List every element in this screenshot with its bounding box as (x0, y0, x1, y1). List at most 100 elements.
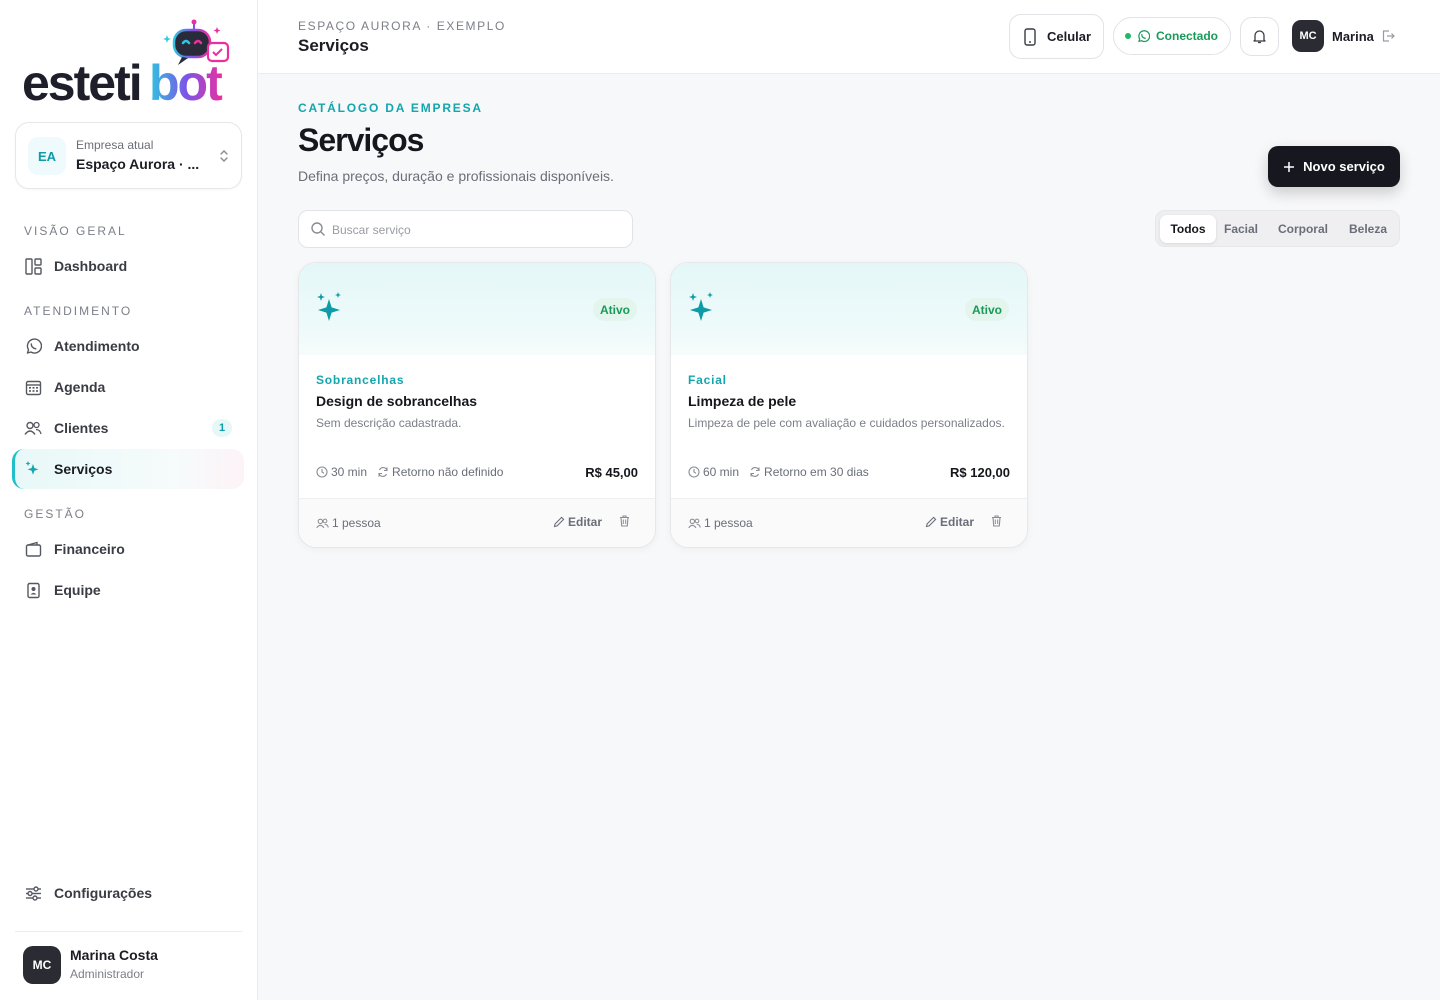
service-price: R$ 45,00 (585, 465, 638, 480)
service-category: Sobrancelhas (316, 373, 405, 387)
company-name: Espaço Aurora · ... (76, 156, 200, 172)
users-icon (316, 518, 332, 529)
section-label-service: ATENDIMENTO (24, 304, 133, 318)
edit-label: Editar (567, 515, 602, 529)
sidebar-item-label: Equipe (54, 582, 101, 598)
user-role: Administrador (70, 967, 145, 981)
phone-button[interactable]: Celular (1009, 14, 1104, 59)
sidebar: esteti bot EA Empresa atual Espaço Auror… (0, 0, 258, 1000)
trash-icon[interactable] (619, 515, 630, 527)
wallet-icon (24, 540, 42, 558)
topbar-title: Serviços (298, 36, 369, 55)
service-return: Retorno não definido (392, 465, 504, 479)
category-filter-tabs: Todos Facial Corporal Beleza (1155, 210, 1400, 247)
sparkles-icon (316, 291, 344, 325)
refresh-icon (749, 466, 764, 478)
company-switcher-label: Empresa atual (76, 138, 154, 152)
phone-button-label: Celular (1047, 29, 1092, 44)
service-card[interactable]: Ativo Sobrancelhas Design de sobrancelha… (298, 262, 656, 548)
notifications-button[interactable] (1240, 17, 1279, 56)
topbar-user-menu[interactable]: MC Marina (1292, 20, 1395, 52)
topbar-user-name: Marina (1332, 28, 1374, 44)
users-icon (24, 419, 42, 437)
card-footer: 1 pessoa Editar (299, 498, 655, 547)
edit-label: Editar (939, 515, 974, 529)
sidebar-item-label: Financeiro (54, 541, 125, 557)
svg-text:esteti: esteti (22, 55, 141, 104)
sidebar-user[interactable]: MC Marina Costa Administrador (23, 946, 158, 984)
sidebar-item-equipe[interactable]: Equipe (12, 570, 244, 610)
breadcrumb: ESPAÇO AURORA · EXEMPLO (298, 19, 506, 33)
service-meta: 60 min Retorno em 30 dias (688, 465, 879, 479)
sidebar-item-label: Atendimento (54, 338, 140, 354)
sidebar-item-label: Agenda (54, 379, 106, 395)
service-card[interactable]: Ativo Facial Limpeza de pele Limpeza de … (670, 262, 1028, 548)
whatsapp-icon (1137, 29, 1150, 43)
connection-label: Conectado (1156, 29, 1219, 43)
robot-logo-icon: esteti bot (22, 19, 230, 104)
sidebar-divider (15, 931, 242, 932)
page-subtitle: Defina preços, duração e profissionais d… (298, 168, 614, 184)
new-service-button[interactable]: Novo serviço (1268, 146, 1400, 187)
sidebar-item-configuracoes[interactable]: Configurações (12, 873, 244, 913)
estetibot-logo[interactable]: esteti bot (22, 18, 234, 104)
sparkles-icon (24, 460, 42, 478)
service-professionals: 1 pessoa (704, 516, 753, 530)
service-professionals: 1 pessoa (332, 516, 381, 530)
service-duration: 60 min (703, 465, 740, 479)
connection-status[interactable]: Conectado (1113, 17, 1231, 55)
edit-button[interactable]: Editar (925, 515, 974, 529)
service-name: Limpeza de pele (688, 393, 797, 409)
settings-sliders-icon (24, 884, 42, 902)
clock-icon (316, 466, 331, 478)
filter-tab-corporal[interactable]: Corporal (1271, 215, 1335, 243)
whatsapp-icon (24, 337, 42, 355)
company-switcher[interactable]: EA Empresa atual Espaço Aurora · ... (15, 122, 242, 189)
sidebar-item-label: Configurações (54, 885, 153, 901)
sidebar-item-servicos[interactable]: Serviços (12, 449, 244, 489)
sidebar-item-clientes[interactable]: Clientes 1 (12, 408, 244, 448)
clients-count-badge: 1 (212, 419, 232, 437)
service-meta: 30 min Retorno não definido (316, 465, 513, 479)
edit-button[interactable]: Editar (553, 515, 602, 529)
sidebar-item-label: Clientes (54, 420, 109, 436)
filter-tab-todos[interactable]: Todos (1160, 215, 1216, 243)
topbar: ESPAÇO AURORA · EXEMPLO Serviços Celular… (258, 0, 1440, 74)
status-dot (1125, 33, 1131, 39)
svg-text:bot: bot (149, 55, 223, 104)
sidebar-item-agenda[interactable]: Agenda (12, 367, 244, 407)
calendar-icon (24, 378, 42, 396)
filter-tab-beleza[interactable]: Beleza (1341, 215, 1395, 243)
page-title: Serviços (298, 122, 424, 158)
id-badge-icon (24, 581, 42, 599)
section-label-overview: VISÃO GERAL (24, 224, 127, 238)
sidebar-item-dashboard[interactable]: Dashboard (12, 246, 244, 286)
service-description: Sem descrição cadastrada. (316, 416, 462, 430)
search-input[interactable] (332, 220, 622, 240)
pencil-icon (553, 516, 568, 528)
sidebar-item-label: Serviços (54, 461, 113, 477)
filter-tab-facial[interactable]: Facial (1217, 215, 1265, 243)
new-service-label: Novo serviço (1303, 159, 1385, 174)
service-category: Facial (688, 373, 727, 387)
sidebar-item-label: Dashboard (54, 258, 128, 274)
sidebar-item-atendimento[interactable]: Atendimento (12, 326, 244, 366)
service-duration: 30 min (331, 465, 368, 479)
trash-icon[interactable] (991, 515, 1002, 527)
chevron-up-down-icon (218, 149, 230, 163)
status-badge: Ativo (965, 298, 1009, 321)
service-return: Retorno em 30 dias (764, 465, 869, 479)
bell-icon (1253, 29, 1266, 44)
clock-icon (688, 466, 703, 478)
user-name: Marina Costa (70, 947, 158, 963)
search-icon (310, 221, 326, 237)
company-avatar: EA (28, 137, 66, 175)
sparkles-icon (688, 291, 716, 325)
search-box[interactable] (298, 210, 633, 248)
users-icon (688, 518, 704, 529)
status-badge: Ativo (593, 298, 637, 321)
logout-icon[interactable] (1382, 30, 1395, 42)
service-name: Design de sobrancelhas (316, 393, 478, 409)
pencil-icon (925, 516, 940, 528)
sidebar-item-financeiro[interactable]: Financeiro (12, 529, 244, 569)
